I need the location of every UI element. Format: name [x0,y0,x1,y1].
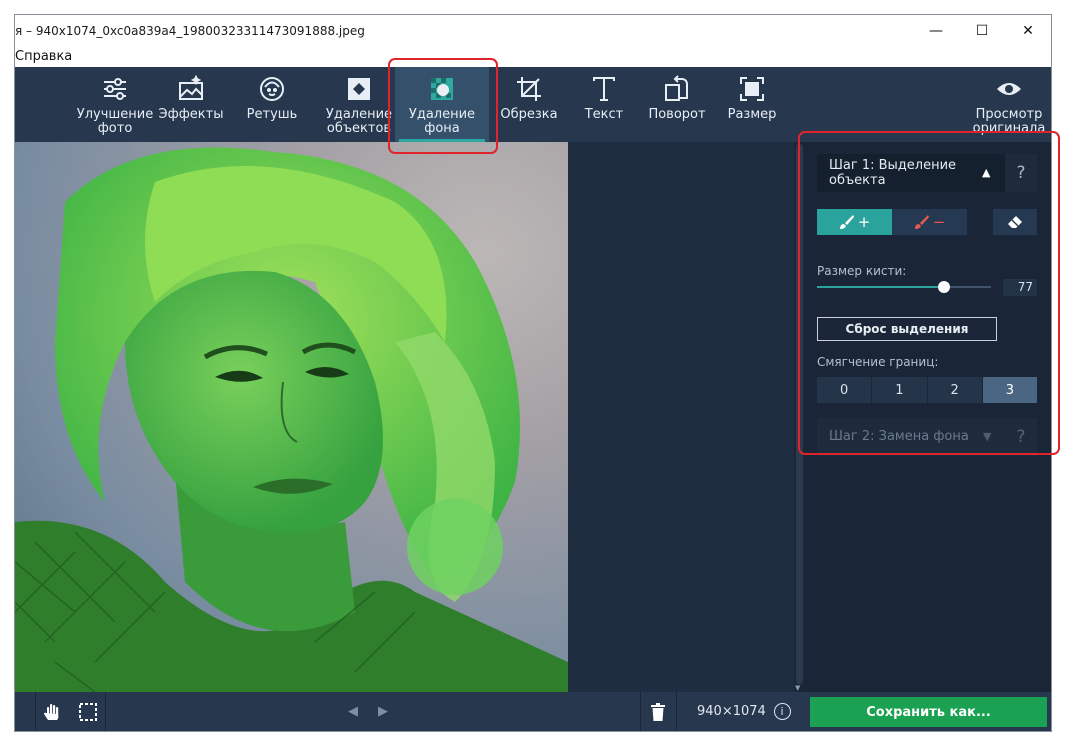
window-title: я – 940x1074_0xc0a839a4_1980032331147309… [15,24,365,38]
brush-size-label: Размер кисти: [817,264,907,278]
scroll-down-arrow-icon[interactable]: ▼ [795,684,800,692]
crop-icon [517,77,541,101]
tool-label: Просмотр оригинала [972,107,1046,136]
save-as-button[interactable]: Сохранить как... [810,697,1047,727]
menu-item-help[interactable]: Справка [15,49,72,64]
feather-option-2[interactable]: 2 [927,377,982,403]
effects-icon [179,75,203,100]
title-bar: я – 940x1074_0xc0a839a4_1980032331147309… [15,15,1051,47]
rotate-icon [665,75,688,101]
tool-label: Поворот [648,107,706,122]
slider-fill [817,286,945,288]
feather-selector: 0 1 2 3 [817,377,1037,403]
sliders-icon [104,78,126,100]
brush-size-value[interactable]: 77 [1003,279,1037,296]
eraser-button[interactable] [993,209,1037,235]
tool-rotate[interactable]: Поворот [639,67,715,142]
divider [35,692,36,731]
feather-option-0[interactable]: 0 [817,377,872,403]
tool-effects[interactable]: Эффекты [155,67,227,142]
background-remove-icon [431,78,453,100]
slider-handle[interactable] [938,281,951,293]
brush-icon [839,215,854,229]
feather-option-3[interactable]: 3 [982,377,1037,403]
tool-remove-objects[interactable]: Удаление объектов [315,67,403,142]
bottom-bar: ◀ ▶ 940×1074 i Сохранить как... [15,692,1051,731]
arrow-left-icon: ◀ [348,704,358,719]
tool-label: Ретушь [246,107,298,122]
image-canvas[interactable]: ▼ [15,142,805,692]
next-image-button[interactable]: ▶ [371,692,395,731]
trash-icon [651,702,665,721]
feather-label: Смягчение границ: [817,355,939,369]
brush-remove-button[interactable]: − [892,209,967,235]
tool-resize[interactable]: Размер [715,67,789,142]
step1-help-button[interactable]: ? [1005,154,1037,192]
arrow-right-icon: ▶ [378,704,388,719]
tool-retouch[interactable]: Ретушь [231,67,313,142]
marquee-icon [79,702,97,721]
tool-label: Эффекты [158,107,224,122]
object-remove-icon [348,78,370,100]
divider [676,692,677,731]
step2-label: Шаг 2: Замена фона [829,429,969,444]
brush-remove-symbol: − [932,213,946,231]
step1-header[interactable]: Шаг 1: Выделение объекта ▲ [817,154,1005,192]
eye-icon [997,83,1021,95]
chevron-down-icon: ▼ [983,430,992,443]
close-button[interactable]: ✕ [1005,15,1051,47]
tool-enhance-photo[interactable]: Улучшение фото [73,67,157,142]
eraser-icon [1008,216,1022,228]
divider [105,692,106,731]
tool-label: Улучшение фото [76,107,154,136]
step1-label: Шаг 1: Выделение объекта [829,158,957,188]
tool-view-original[interactable]: Просмотр оригинала [967,67,1051,142]
selection-tool-button[interactable] [73,692,103,731]
menu-bar: Справка [15,47,1051,67]
brush-size-slider[interactable] [817,281,991,293]
previous-image-button[interactable]: ◀ [341,692,365,731]
scrollbar-thumb[interactable] [796,144,803,684]
step2-help-button[interactable]: ? [1005,418,1037,456]
reset-selection-button[interactable]: Сброс выделения [817,317,997,341]
tool-label: Обрезка [500,107,558,122]
step2-header[interactable]: Шаг 2: Замена фона ▼ [817,418,1005,456]
brush-add-symbol: + [857,213,871,231]
delete-button[interactable] [647,692,669,731]
chevron-up-icon: ▲ [982,166,991,179]
tool-label: Текст [584,107,624,122]
resize-icon [740,77,764,101]
vertical-scrollbar[interactable]: ▼ [794,142,805,692]
tool-crop[interactable]: Обрезка [493,67,565,142]
tool-label: Размер [727,107,777,122]
text-icon [593,77,615,101]
maximize-button[interactable]: ☐ [959,15,1005,47]
tool-remove-background[interactable]: Удаление фона [395,67,489,142]
image-info-button[interactable]: i [772,692,792,731]
feather-option-1[interactable]: 1 [872,377,927,403]
hand-icon [44,703,59,720]
minimize-button[interactable]: — [913,15,959,47]
photo-preview[interactable] [15,142,568,692]
tool-label: Удаление фона [408,107,476,136]
face-icon [260,77,284,101]
brush-mode-group: + − [817,209,967,235]
info-icon: i [773,703,791,720]
brush-icon [914,215,929,229]
green-mask-overlay [15,142,568,692]
divider [640,692,641,731]
image-dimensions: 940×1074 [697,704,766,719]
app-window: я – 940x1074_0xc0a839a4_1980032331147309… [15,15,1051,731]
tool-text[interactable]: Текст [571,67,637,142]
brush-add-button[interactable]: + [817,209,892,235]
hand-tool-button[interactable] [37,692,67,731]
background-removal-panel: Шаг 1: Выделение объекта ▲ ? + − Размер … [805,142,1051,692]
toolbar: Улучшение фото Эффекты Ретушь Удаление о… [15,67,1051,142]
tool-label: Удаление объектов [325,107,393,136]
